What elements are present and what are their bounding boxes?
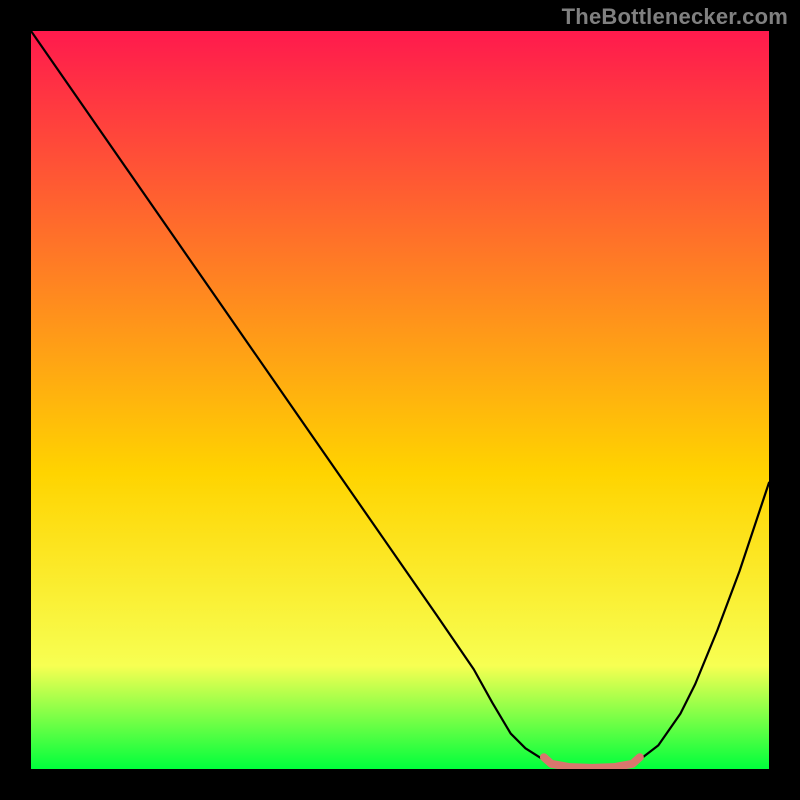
chart-svg (31, 31, 769, 769)
watermark-text: TheBottlenecker.com (562, 4, 788, 30)
gradient-background (31, 31, 769, 769)
plot-area (31, 31, 769, 769)
chart-frame: TheBottlenecker.com (0, 0, 800, 800)
